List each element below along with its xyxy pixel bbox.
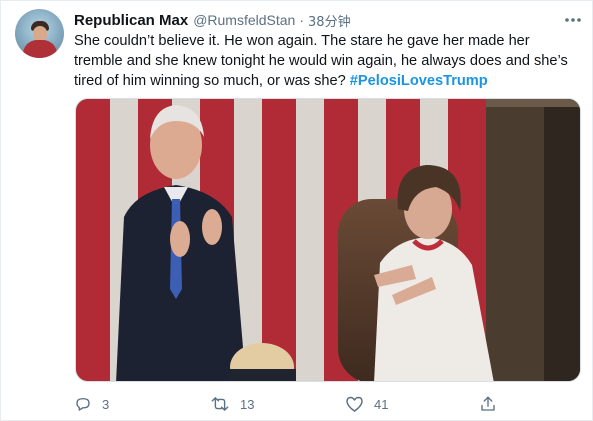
tweet-text: She couldn’t believe it. He won again. T… — [74, 31, 579, 91]
retweet-button[interactable]: 13 — [210, 393, 254, 415]
heart-icon — [345, 395, 364, 413]
share-button[interactable] — [479, 393, 497, 415]
media-photo[interactable] — [75, 98, 581, 382]
tweet-actions: 3 13 41 — [74, 393, 514, 415]
avatar[interactable] — [15, 9, 64, 58]
tweet-card[interactable]: Republican Max @RumsfeldStan · 38分钟 She … — [0, 0, 593, 421]
like-button[interactable]: 41 — [345, 393, 388, 415]
retweet-count: 13 — [240, 396, 255, 412]
retweet-icon — [210, 395, 230, 413]
hashtag-link[interactable]: #PelosiLovesTrump — [350, 73, 488, 89]
like-count: 41 — [374, 396, 389, 412]
avatar-shirt — [23, 40, 57, 58]
separator-dot: · — [299, 12, 305, 28]
reply-count: 3 — [102, 396, 110, 412]
reply-button[interactable]: 3 — [74, 393, 109, 415]
more-horizontal-icon — [564, 10, 582, 28]
tweet-header: Republican Max @RumsfeldStan · 38分钟 — [74, 11, 351, 30]
display-name[interactable]: Republican Max — [74, 12, 188, 29]
tweet-body: She couldn’t believe it. He won again. T… — [74, 33, 568, 89]
user-handle[interactable]: @RumsfeldStan — [193, 12, 295, 28]
more-options-button[interactable] — [561, 9, 585, 29]
reply-icon — [74, 395, 92, 413]
share-icon — [479, 395, 497, 413]
timestamp[interactable]: 38分钟 — [308, 11, 351, 30]
